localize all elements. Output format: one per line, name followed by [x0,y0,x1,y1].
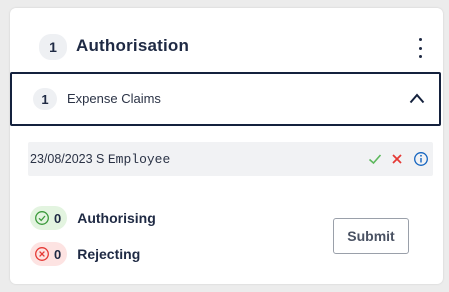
rejecting-count: 0 [54,246,62,262]
authorisation-count-badge: 1 [39,34,67,60]
x-circle-icon [35,247,49,261]
authorising-count-badge: 0 [30,206,68,230]
authorising-count: 0 [54,210,62,226]
card-header: 1 Authorisation [10,8,443,80]
rejecting-summary-row: 0 Rejecting [30,242,140,266]
chevron-up-icon[interactable] [409,92,425,104]
claim-date: 23/08/2023 S [30,152,108,166]
check-icon[interactable] [367,151,383,167]
more-vertical-icon[interactable] [415,38,425,58]
expense-claims-label: Expense Claims [67,91,161,106]
expense-claims-count-badge: 1 [33,88,57,110]
close-icon[interactable] [389,151,405,167]
card-title: Authorisation [76,36,190,55]
expense-claim-row[interactable]: 23/08/2023 S Employee [28,142,433,176]
check-circle-icon [35,211,49,225]
authorising-summary-row: 0 Authorising [30,206,156,230]
rejecting-label: Rejecting [77,246,141,262]
submit-button[interactable]: Submit [333,218,409,254]
claim-employee-name: Employee [107,152,171,167]
claim-description: 23/08/2023 S Employee [30,152,170,167]
rejecting-count-badge: 0 [30,242,68,266]
info-icon[interactable] [413,151,429,167]
expense-claims-accordion-header[interactable]: 1 Expense Claims [10,72,441,126]
authorising-label: Authorising [77,210,156,226]
